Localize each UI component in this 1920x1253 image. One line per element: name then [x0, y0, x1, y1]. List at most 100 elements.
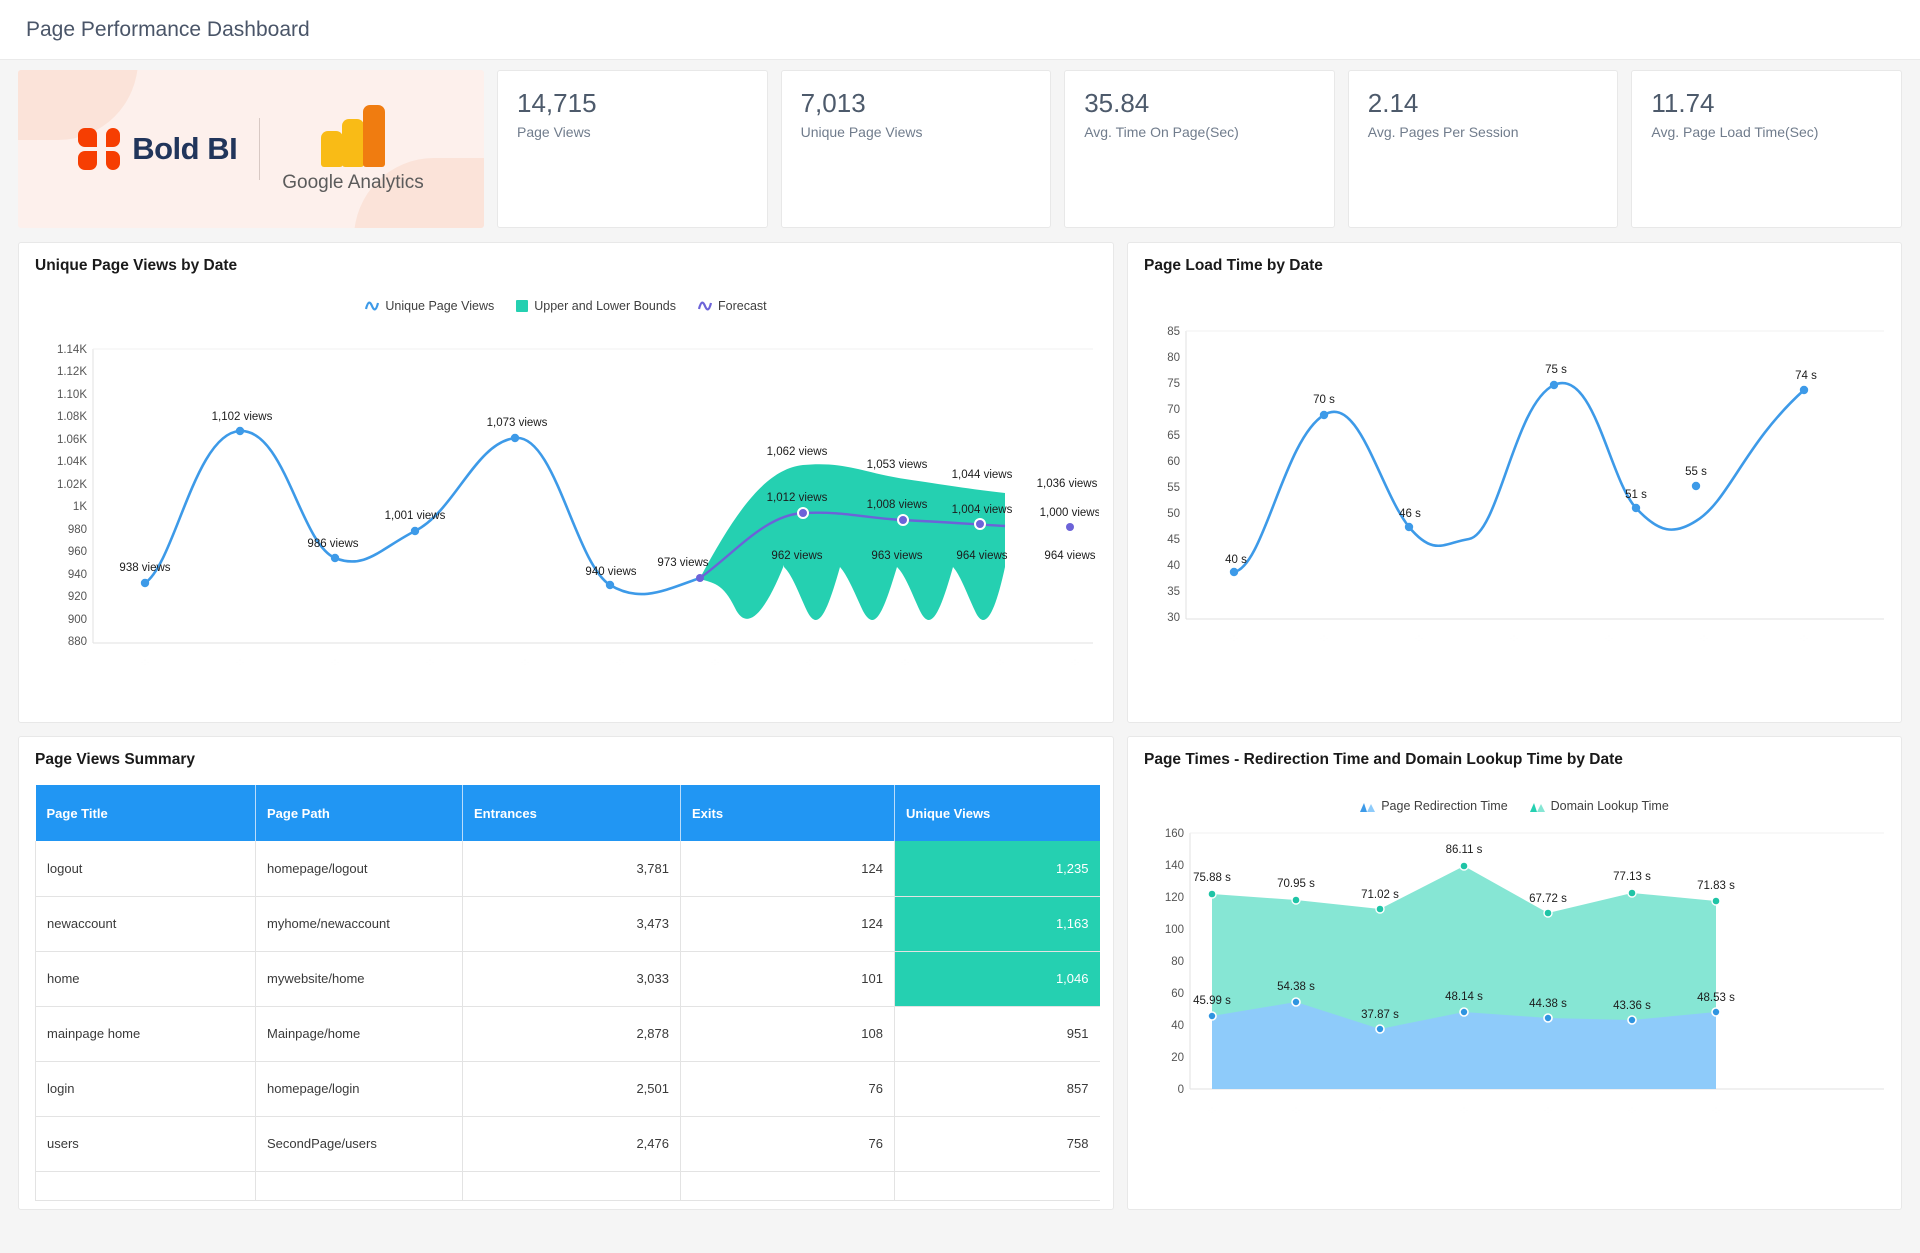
data-label: 1,000 views [1040, 507, 1099, 519]
table-row[interactable]: users SecondPage/users 2,476 76 758 [35, 1116, 1100, 1172]
svg-text:·:·: ·:· [805, 657, 814, 668]
svg-text:·:·: ·:· [1799, 633, 1808, 644]
cell-page-path: homepage/logout [255, 841, 463, 897]
cell-exits [680, 1171, 895, 1201]
column-header-exits[interactable]: Exits [680, 785, 895, 841]
table-row[interactable]: mainpage home Mainpage/home 2,878 108 95… [35, 1006, 1100, 1062]
svg-text:·:·: ·:· [1319, 633, 1328, 644]
panel-unique-page-views: Unique Page Views by Date Unique Page Vi… [18, 242, 1114, 723]
cell-unique-views: 1,046 [894, 951, 1100, 1007]
column-header-page-title[interactable]: Page Title [35, 785, 256, 841]
kpi-card-avg-pages-per-session[interactable]: 2.14 Avg. Pages Per Session [1347, 70, 1619, 228]
svg-text:·:·: ·:· [1229, 633, 1238, 644]
cell-page-path [255, 1171, 463, 1201]
table-row[interactable]: newaccount myhome/newaccount 3,473 124 1… [35, 896, 1100, 952]
svg-text:·:·: ·:· [710, 657, 719, 668]
chart-legend: Page Redirection Time Domain Lookup Time [1144, 799, 1885, 813]
data-label: 1,008 views [867, 499, 928, 511]
page-load-time-markers [1229, 380, 1809, 577]
panel-title: Unique Page Views by Date [35, 257, 238, 274]
panel-page-views-summary: Page Views Summary Page Title Page Path … [18, 736, 1114, 1210]
kpi-card-avg-page-load-time[interactable]: 11.74 Avg. Page Load Time(Sec) [1631, 70, 1902, 228]
area-icon [1360, 802, 1376, 812]
svg-text:880: 880 [68, 636, 87, 648]
google-analytics-logo: Google Analytics [282, 104, 424, 194]
data-label: 70 s [1313, 394, 1335, 406]
kpi-card-avg-time-on-page[interactable]: 35.84 Avg. Time On Page(Sec) [1064, 70, 1335, 228]
cell-exits: 108 [680, 1006, 895, 1062]
svg-text:80: 80 [1171, 956, 1184, 968]
cell-entrances: 2,476 [462, 1116, 681, 1172]
legend-item-domain-lookup-time[interactable]: Domain Lookup Time [1529, 799, 1669, 813]
panel-title: Page Load Time by Date [1144, 257, 1323, 274]
cell-page-title: mainpage home [35, 1006, 256, 1062]
kpi-card-unique-page-views[interactable]: 7,013 Unique Page Views [780, 70, 1052, 228]
legend-item-unique-page-views[interactable]: Unique Page Views [365, 299, 494, 313]
data-label: 74 s [1795, 370, 1817, 382]
data-label: 86.11 s [1446, 844, 1483, 856]
svg-text:·:·: ·:· [1375, 1105, 1384, 1116]
data-label: 962 views [771, 550, 822, 562]
kpi-value: 35.84 [1084, 88, 1150, 118]
x-axis-ticks: ·:· ·:· ·:· ·:· ·:· ·:· ·:· [1207, 1105, 1720, 1116]
page-views-summary-table: Page Title Page Path Entrances Exits Uni… [35, 785, 1100, 1201]
svg-text:120: 120 [1165, 892, 1184, 904]
panel-page-times: Page Times - Redirection Time and Domain… [1127, 736, 1902, 1210]
svg-text:85: 85 [1167, 326, 1180, 338]
svg-text:·:·: ·:· [1699, 633, 1708, 644]
legend-item-forecast[interactable]: Forecast [698, 299, 767, 313]
cell-page-path: SecondPage/users [255, 1116, 463, 1172]
data-label: 37.87 s [1361, 1009, 1399, 1021]
boldbi-mark-icon [78, 128, 121, 170]
table-row[interactable]: home mywebsite/home 3,033 101 1,046 [35, 951, 1100, 1007]
data-label: 1,102 views [212, 411, 273, 423]
page-load-time-chart: 85 80 75 70 65 60 55 50 45 40 35 30 40 s… [1167, 326, 1884, 644]
svg-text:1.10K: 1.10K [57, 389, 87, 401]
data-label: 1,053 views [867, 459, 928, 471]
cell-exits: 76 [680, 1061, 895, 1117]
column-header-entrances[interactable]: Entrances [462, 785, 681, 841]
legend-label: Domain Lookup Time [1550, 799, 1669, 813]
cell-entrances: 3,473 [462, 896, 681, 952]
svg-text:·:·: ·:· [330, 657, 339, 668]
wave-icon [698, 301, 712, 311]
cell-page-title: logout [35, 841, 256, 897]
svg-text:·:·: ·:· [1070, 657, 1079, 668]
data-label: 46 s [1399, 508, 1421, 520]
cell-exits: 101 [680, 951, 895, 1007]
legend-label: Unique Page Views [385, 299, 495, 313]
data-label: 70.95 s [1277, 878, 1315, 890]
data-label: 67.72 s [1529, 893, 1567, 905]
data-label: 1,012 views [767, 492, 828, 504]
table-row[interactable] [35, 1171, 1100, 1201]
column-header-page-path[interactable]: Page Path [255, 785, 463, 841]
data-label: 1,001 views [385, 510, 446, 522]
data-label: 71.02 s [1361, 889, 1399, 901]
table-row[interactable]: login homepage/login 2,501 76 857 [35, 1061, 1100, 1117]
data-label: 75 s [1545, 364, 1567, 376]
svg-text:60: 60 [1171, 988, 1184, 1000]
kpi-card-page-views[interactable]: 14,715 Page Views [497, 70, 768, 228]
svg-text:1.02K: 1.02K [57, 479, 87, 491]
cell-unique-views: 1,163 [894, 896, 1100, 952]
charts-row-bottom: Page Views Summary Page Title Page Path … [18, 736, 1902, 1210]
svg-text:·:·: ·:· [425, 657, 434, 668]
table-row[interactable]: logout homepage/logout 3,781 124 1,235 [35, 841, 1100, 897]
svg-text:·:·: ·:· [900, 657, 909, 668]
legend-item-page-redirection-time[interactable]: Page Redirection Time [1360, 799, 1508, 813]
svg-text:1.06K: 1.06K [57, 434, 87, 446]
legend-item-upper-lower-bounds[interactable]: Upper and Lower Bounds [516, 299, 676, 313]
panel-page-load-time: Page Load Time by Date 85 80 75 70 65 60… [1127, 242, 1902, 723]
svg-text:·:·: ·:· [1291, 1105, 1300, 1116]
google-analytics-wordmark: Google Analytics [282, 171, 424, 193]
cell-entrances [462, 1171, 681, 1201]
kpi-label: Unique Page Views [800, 124, 923, 141]
data-label: 1,073 views [487, 417, 548, 429]
svg-text:1K: 1K [73, 501, 87, 513]
svg-text:900: 900 [68, 614, 87, 626]
svg-text:960: 960 [68, 546, 87, 558]
kpi-value: 14,715 [517, 88, 597, 118]
svg-text:80: 80 [1167, 352, 1180, 364]
kpi-row: Bold BI Google Analytics 14,715 Page Vie… [18, 70, 1902, 228]
column-header-unique-views[interactable]: Unique Views [894, 785, 1100, 841]
